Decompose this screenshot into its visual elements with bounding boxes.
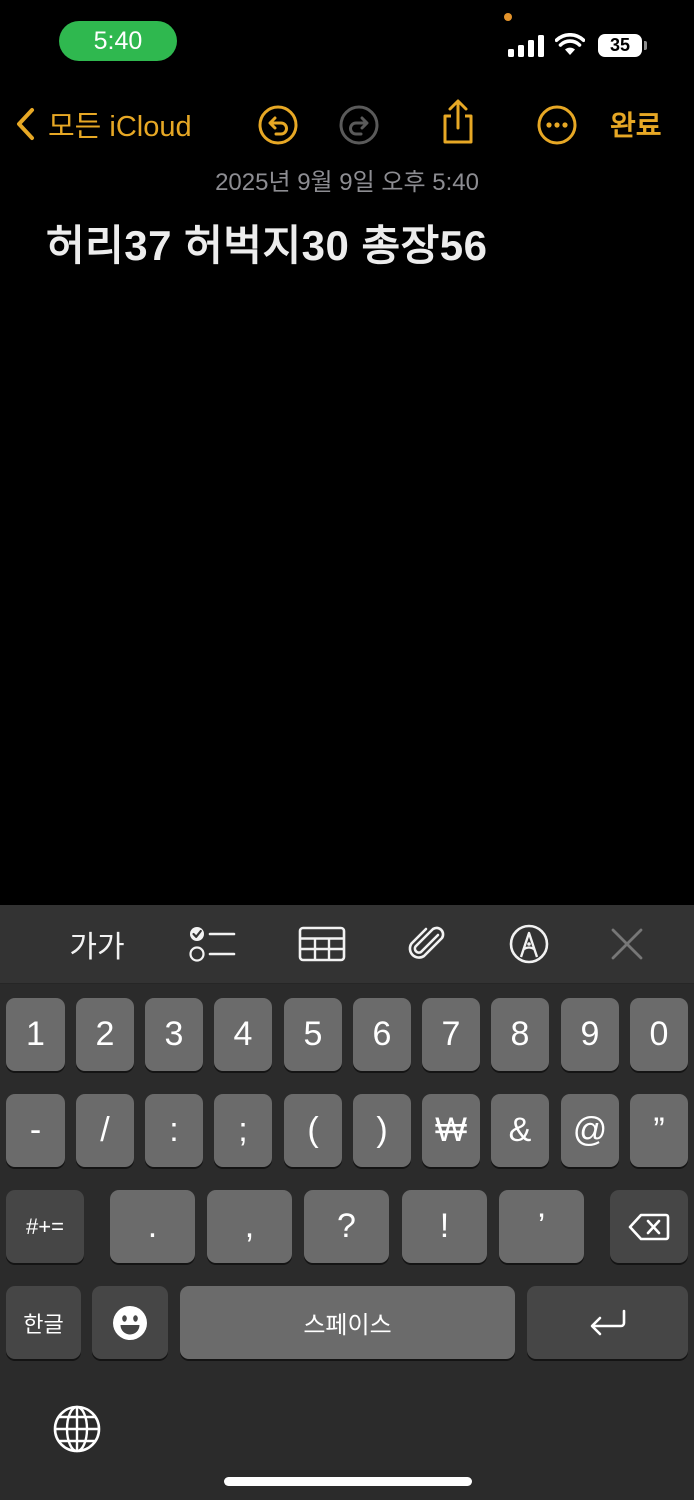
return-icon [590,1309,625,1335]
key-ampersand[interactable]: & [491,1094,549,1167]
checklist-icon [189,927,236,962]
text-format-button[interactable]: 가가 [62,921,132,967]
key-close-paren[interactable]: ) [353,1094,411,1167]
globe-icon[interactable] [52,1404,102,1454]
battery-level: 35 [598,34,642,57]
note-title[interactable]: 허리37 허벅지30 총장56 [46,212,487,273]
table-icon [298,926,346,962]
key-period[interactable]: . [110,1190,195,1263]
backspace-icon [628,1213,670,1240]
key-apostrophe[interactable]: ’ [499,1190,584,1263]
note-date: 2025년 9월 9일 오후 5:40 [215,169,479,196]
cellular-signal-icon [508,35,544,57]
space-key[interactable]: 스페이스 [180,1286,515,1359]
table-button[interactable] [296,921,348,967]
key-question[interactable]: ? [304,1190,389,1263]
return-key[interactable] [527,1286,688,1359]
key-colon[interactable]: : [145,1094,203,1167]
key-comma[interactable]: , [207,1190,292,1263]
privacy-indicator-dot [504,13,512,21]
key-9[interactable]: 9 [561,998,619,1071]
undo-icon[interactable] [257,104,299,146]
checklist-button[interactable] [186,921,238,967]
chevron-left-icon [17,108,34,140]
home-indicator[interactable] [224,1477,472,1486]
key-exclamation[interactable]: ! [402,1190,487,1263]
pen-tip-icon [509,924,549,964]
key-slash[interactable]: / [76,1094,134,1167]
key-open-paren[interactable]: ( [284,1094,342,1167]
key-language-korean[interactable]: 한글 [6,1286,81,1359]
key-4[interactable]: 4 [214,998,272,1071]
key-won[interactable]: ₩ [422,1094,480,1167]
close-toolbar-button[interactable] [604,921,650,967]
paperclip-icon [408,926,445,959]
attachment-button[interactable] [404,921,450,967]
key-0[interactable]: 0 [630,998,688,1071]
redo-icon[interactable] [338,104,380,146]
key-2[interactable]: 2 [76,998,134,1071]
done-button[interactable]: 완료 [610,104,662,144]
delete-key[interactable] [610,1190,688,1263]
key-5[interactable]: 5 [284,998,342,1071]
key-8[interactable]: 8 [491,998,549,1071]
key-6[interactable]: 6 [353,998,411,1071]
key-3[interactable]: 3 [145,998,203,1071]
key-at[interactable]: @ [561,1094,619,1167]
more-options-icon[interactable] [536,104,578,146]
markup-button[interactable] [505,921,553,967]
close-icon [611,928,643,960]
share-icon[interactable] [438,98,478,146]
key-symbols-toggle[interactable]: #+= [6,1190,84,1263]
status-time: 5:40 [59,21,177,61]
key-1[interactable]: 1 [6,998,65,1071]
back-button[interactable]: 모든 iCloud [14,104,192,144]
key-7[interactable]: 7 [422,998,480,1071]
battery-cap [644,41,647,50]
key-quote[interactable]: ” [630,1094,688,1167]
key-emoji[interactable] [92,1286,168,1359]
wifi-icon [555,33,585,55]
key-hyphen[interactable]: - [6,1094,65,1167]
emoji-icon [113,1305,147,1340]
back-button-label: 모든 iCloud [48,111,192,143]
key-semicolon[interactable]: ; [214,1094,272,1167]
